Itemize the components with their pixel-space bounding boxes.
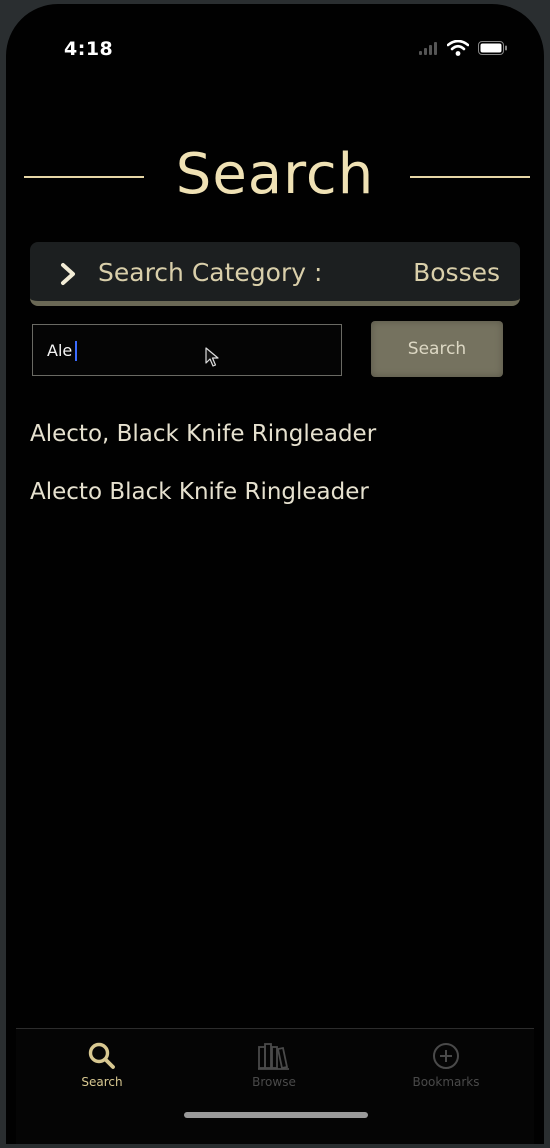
home-indicator[interactable]	[184, 1112, 368, 1118]
category-label: Search Category :	[98, 258, 323, 287]
tab-browse[interactable]: Browse	[204, 1041, 344, 1089]
category-value: Bosses	[413, 258, 500, 287]
result-item[interactable]: Alecto, Black Knife Ringleader	[30, 418, 520, 476]
wifi-icon	[447, 40, 469, 56]
search-results-list: Alecto, Black Knife Ringleader Alecto Bl…	[30, 418, 520, 534]
result-item[interactable]: Alecto Black Knife Ringleader	[30, 476, 520, 534]
battery-icon	[478, 41, 508, 55]
search-button[interactable]: Search	[371, 321, 503, 377]
signal-icon	[418, 41, 438, 55]
plus-circle-icon	[376, 1041, 516, 1071]
tab-bookmarks[interactable]: Bookmarks	[376, 1041, 516, 1089]
search-input[interactable]	[33, 325, 341, 375]
search-category-selector[interactable]: Search Category : Bosses	[30, 242, 520, 306]
tab-search[interactable]: Search	[32, 1041, 172, 1089]
tab-browse-label: Browse	[252, 1075, 296, 1089]
text-caret	[75, 341, 77, 361]
page-title: Search	[175, 142, 375, 207]
tab-bookmarks-label: Bookmarks	[412, 1075, 480, 1089]
chevron-right-icon	[58, 262, 78, 290]
tab-bar: Search Browse Bookmarks	[16, 1028, 534, 1144]
app-screen: 4:18 Search Search Category: Bosses Ale…	[6, 4, 544, 1144]
magnifier-icon	[32, 1041, 172, 1071]
status-icons	[418, 40, 508, 56]
status-time: 4:18	[64, 38, 114, 60]
page-header: Search	[6, 142, 544, 212]
mouse-pointer-icon	[205, 347, 219, 371]
title-divider-right	[410, 176, 530, 178]
tab-search-label: Search	[81, 1075, 123, 1089]
books-icon	[204, 1041, 344, 1071]
device-frame: 4:18 Search Search Category: Bosses Ale…	[0, 0, 550, 1148]
search-field-container	[32, 324, 342, 376]
